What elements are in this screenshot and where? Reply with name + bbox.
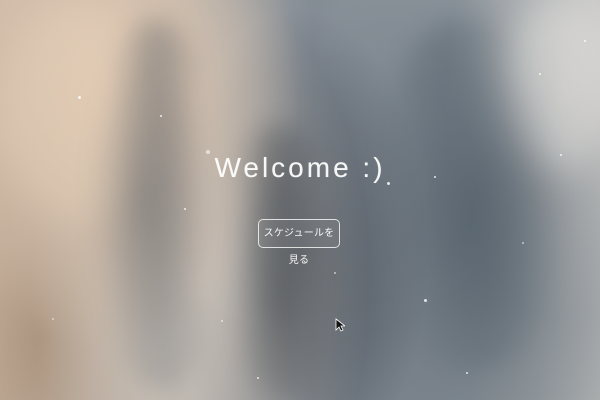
mouse-pointer-icon [335,318,345,332]
welcome-title: Welcome :) [214,152,386,183]
hero-section: Welcome :) スケジュールを見る [0,0,600,400]
page-background: Welcome :) スケジュールを見る [0,0,600,400]
view-schedule-button[interactable]: スケジュールを見る [258,219,340,266]
